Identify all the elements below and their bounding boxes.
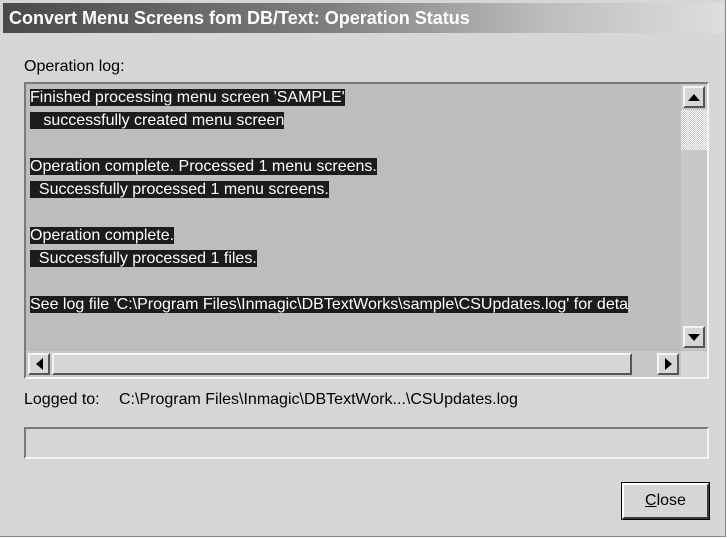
logged-to-label: Logged to: [24,391,100,408]
window-title: Convert Menu Screens fom DB/Text: Operat… [9,8,470,28]
log-line: See log file 'C:\Program Files\Inmagic\D… [30,293,679,316]
log-line-text: Finished processing menu screen 'SAMPLE' [30,89,345,106]
close-label: lose [656,492,686,509]
arrow-down-icon[interactable] [683,326,705,348]
log-line-text: Successfully processed 1 menu screens. [30,181,329,198]
close-button[interactable]: Close [621,482,710,520]
log-line: Operation complete. [30,224,679,247]
log-line: Finished processing menu screen 'SAMPLE' [30,86,679,109]
vertical-scrollbar[interactable] [681,84,707,350]
logged-to-path: C:\Program Files\Inmagic\DBTextWork...\C… [119,391,518,408]
log-line-text: See log file 'C:\Program Files\Inmagic\D… [30,296,629,313]
log-line: Successfully processed 1 files. [30,247,679,270]
horizontal-scrollbar[interactable] [26,351,681,377]
log-line: successfully created menu screen [30,109,679,132]
scrollbar-corner [681,351,707,377]
log-line: Successfully processed 1 menu screens. [30,178,679,201]
log-line-text: Successfully processed 1 files. [30,250,257,267]
arrow-up-icon[interactable] [683,86,705,108]
progress-bar [24,427,709,459]
log-line-text: Operation complete. [30,227,175,244]
log-line: Operation complete. Processed 1 menu scr… [30,155,679,178]
operation-log-label: Operation log: [24,58,125,75]
operation-log-text[interactable]: Finished processing menu screen 'SAMPLE'… [30,86,679,352]
horizontal-scroll-thumb[interactable] [52,353,632,375]
log-line-text: successfully created menu screen [30,112,285,129]
operation-status-dialog: Convert Menu Screens fom DB/Text: Operat… [0,0,726,537]
arrow-left-icon[interactable] [28,353,50,375]
title-bar: Convert Menu Screens fom DB/Text: Operat… [3,3,724,33]
close-accelerator: C [645,492,657,509]
vertical-scroll-thumb[interactable] [681,110,707,150]
arrow-right-icon[interactable] [657,353,679,375]
operation-log-box[interactable]: Finished processing menu screen 'SAMPLE'… [24,82,709,379]
log-line-text: Operation complete. Processed 1 menu scr… [30,158,377,175]
